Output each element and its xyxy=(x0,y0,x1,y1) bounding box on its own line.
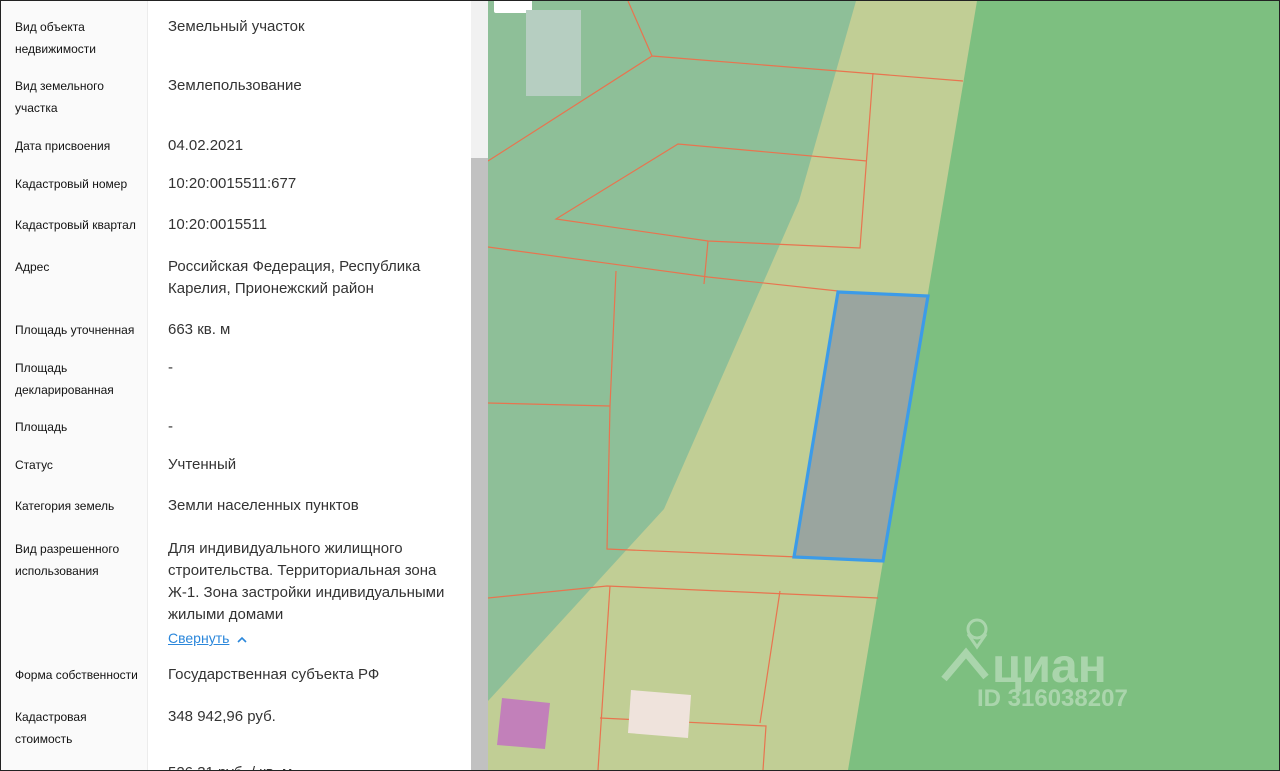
cadastral-map[interactable]: циан ID 316038207 xyxy=(488,1,1279,770)
detail-value: Для индивидуального жилищного строительс… xyxy=(168,540,445,623)
detail-label: Форма собственности xyxy=(15,668,138,682)
property-details-panel: Вид объекта недвижимости Земельный участ… xyxy=(1,1,488,770)
detail-value: Государственная субъекта РФ xyxy=(168,666,380,683)
detail-label: Площадь уточненная xyxy=(15,323,135,337)
detail-label: Площадь декларированная xyxy=(15,361,114,397)
detail-value: 526,31 руб. / кв. м xyxy=(168,762,460,770)
detail-label: Адрес xyxy=(15,260,50,274)
detail-value: 10:20:0015511:677 xyxy=(168,175,297,192)
detail-label: Кадастровая стоимость xyxy=(15,710,87,746)
detail-value: Земельный участок xyxy=(168,18,305,35)
detail-value: Земли населенных пунктов xyxy=(168,497,359,514)
watermark-id: ID 316038207 xyxy=(977,685,1128,712)
detail-value: 04.02.2021 xyxy=(168,137,244,154)
detail-label: Кадастровый квартал xyxy=(15,218,136,232)
detail-value: 663 кв. м xyxy=(168,321,231,338)
detail-label: Вид разрешенного использования xyxy=(15,542,120,578)
detail-value: Землепользование xyxy=(168,77,302,94)
detail-value-wrap: Для индивидуального жилищного строительс… xyxy=(168,538,460,650)
building xyxy=(526,10,581,96)
detail-label: Кадастровый номер xyxy=(15,177,128,191)
scrollbar-thumb[interactable] xyxy=(471,158,488,770)
detail-label: Площадь xyxy=(15,420,68,434)
cadastral-info-window: Вид объекта недвижимости Земельный участ… xyxy=(1,1,1279,770)
detail-value: Российская Федерация, Республика Карелия… xyxy=(168,258,421,297)
building xyxy=(628,690,691,738)
detail-label: Вид объекта недвижимости xyxy=(15,20,96,56)
detail-value: - xyxy=(168,359,173,376)
detail-label: Статус xyxy=(15,458,53,472)
detail-label: Вид земельного участка xyxy=(15,79,104,115)
map-canvas[interactable]: циан ID 316038207 xyxy=(488,1,1279,770)
detail-value: - xyxy=(168,418,173,435)
detail-value: 10:20:0015511 xyxy=(168,216,267,233)
detail-value: Учтенный xyxy=(168,456,237,473)
detail-label: Категория земель xyxy=(15,499,115,513)
chevron-up-icon[interactable] xyxy=(237,628,247,650)
building xyxy=(497,698,550,749)
collapse-link[interactable]: Свернуть xyxy=(168,627,229,649)
detail-label: Дата присвоения xyxy=(15,139,111,153)
detail-value: 348 942,96 руб. xyxy=(168,708,276,725)
